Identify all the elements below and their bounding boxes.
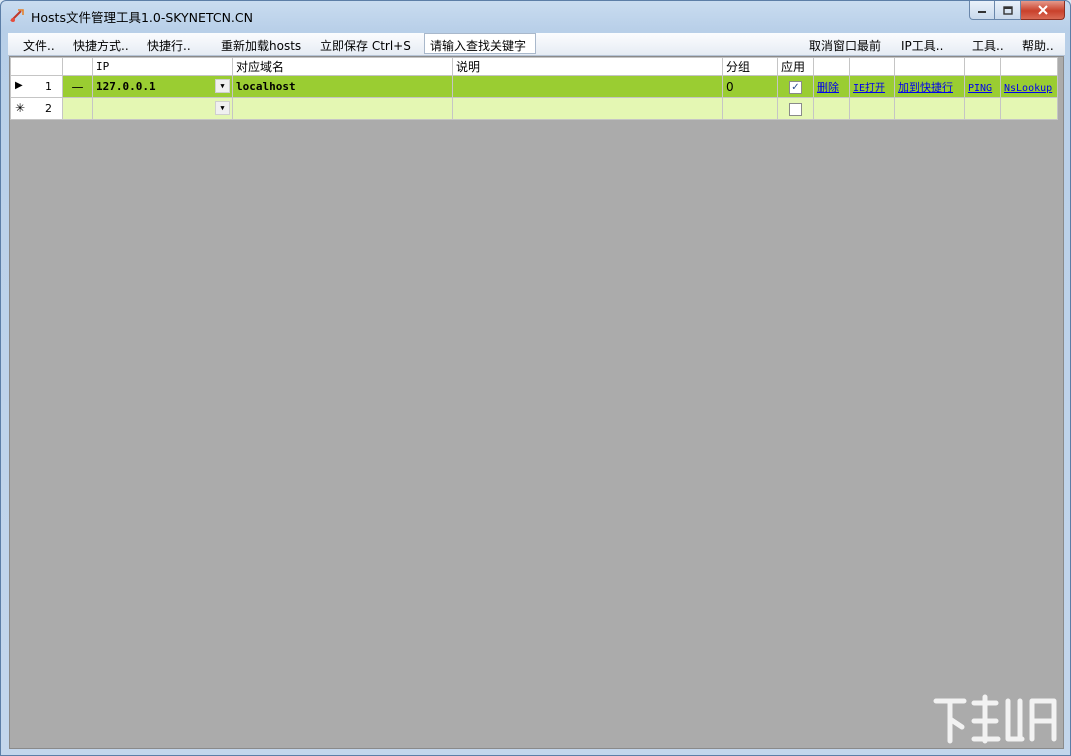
corner-header — [10, 57, 63, 76]
action-column-header — [964, 57, 1001, 76]
minimize-icon — [978, 11, 986, 13]
menu-quick-run[interactable]: 快捷行.. — [147, 37, 191, 54]
add-quick-cell — [894, 97, 965, 120]
nslookup-cell — [1000, 97, 1058, 120]
search-input[interactable]: 请输入查找关键字 — [424, 33, 536, 54]
group-cell[interactable]: 0 — [722, 75, 778, 98]
hosts-grid[interactable]: IP 对应域名 说明 分组 应用 ▶ 1 — 127.0.0.1 ▼ local… — [9, 56, 1064, 749]
action-column-header — [849, 57, 895, 76]
domain-cell[interactable]: localhost — [232, 75, 453, 98]
table-row[interactable]: ✳ 2 ▼ — [10, 97, 1058, 120]
row-number: 1 — [45, 80, 52, 93]
action-column-header — [813, 57, 850, 76]
column-header-apply[interactable]: 应用 — [777, 57, 814, 76]
nslookup-cell: NsLookup — [1000, 75, 1058, 98]
column-header-domain[interactable]: 对应域名 — [232, 57, 453, 76]
menu-save-now[interactable]: 立即保存 Ctrl+S — [320, 37, 411, 54]
apply-checkbox[interactable] — [789, 102, 802, 116]
ie-open-cell — [849, 97, 895, 120]
ip-value: 127.0.0.1 — [96, 80, 156, 93]
dash-column-header — [62, 57, 93, 76]
app-icon — [10, 9, 24, 22]
apply-cell[interactable] — [777, 97, 814, 120]
watermark-logo — [933, 694, 1057, 744]
hosts-table: IP 对应域名 说明 分组 应用 ▶ 1 — 127.0.0.1 ▼ local… — [10, 57, 1058, 120]
group-cell[interactable] — [722, 97, 778, 120]
description-cell[interactable] — [452, 97, 723, 120]
close-icon — [1037, 5, 1048, 15]
menu-tools[interactable]: 工具.. — [972, 37, 1004, 54]
table-row[interactable]: ▶ 1 — 127.0.0.1 ▼ localhost 0 ✓ 删除 IE打开 … — [10, 75, 1058, 98]
delete-link[interactable]: 删除 — [817, 81, 839, 94]
menu-help[interactable]: 帮助.. — [1022, 37, 1054, 54]
add-quick-cell: 加到快捷行 — [894, 75, 965, 98]
main-window: Hosts文件管理工具1.0-SKYNETCN.CN 文件.. 快捷方式.. 快… — [0, 0, 1071, 756]
ping-link[interactable]: PING — [968, 83, 992, 94]
minimize-button[interactable] — [969, 1, 995, 20]
chevron-down-icon[interactable]: ▼ — [215, 79, 230, 93]
chevron-down-icon[interactable]: ▼ — [215, 101, 230, 115]
delete-cell — [813, 97, 850, 120]
apply-cell[interactable]: ✓ — [777, 75, 814, 98]
column-header-group[interactable]: 分组 — [722, 57, 778, 76]
ping-cell: PING — [964, 75, 1001, 98]
menu-reload-hosts[interactable]: 重新加载hosts — [221, 37, 301, 54]
ie-open-link[interactable]: IE打开 — [853, 83, 885, 94]
ip-cell[interactable]: 127.0.0.1 ▼ — [92, 75, 233, 98]
ie-open-cell: IE打开 — [849, 75, 895, 98]
description-cell[interactable] — [452, 75, 723, 98]
window-title: Hosts文件管理工具1.0-SKYNETCN.CN — [31, 10, 253, 25]
row-header[interactable]: ▶ 1 — [10, 75, 63, 98]
menu-shortcuts[interactable]: 快捷方式.. — [73, 37, 129, 54]
ping-cell — [964, 97, 1001, 120]
maximize-button[interactable] — [995, 1, 1021, 20]
menu-cancel-topmost[interactable]: 取消窗口最前 — [809, 37, 881, 54]
ip-cell[interactable]: ▼ — [92, 97, 233, 120]
maximize-icon — [1002, 5, 1013, 15]
header-row: IP 对应域名 说明 分组 应用 — [10, 57, 1058, 76]
column-header-ip[interactable]: IP — [92, 57, 233, 76]
new-row-icon: ✳ — [15, 101, 26, 115]
menu-file[interactable]: 文件.. — [23, 37, 55, 54]
menu-bar: 文件.. 快捷方式.. 快捷行.. 重新加载hosts 立即保存 Ctrl+S … — [8, 33, 1065, 56]
menu-ip-tools[interactable]: IP工具.. — [901, 37, 943, 54]
action-column-header — [894, 57, 965, 76]
nslookup-link[interactable]: NsLookup — [1004, 83, 1052, 94]
close-button[interactable] — [1021, 1, 1065, 20]
dash-cell[interactable]: — — [62, 75, 93, 98]
row-header[interactable]: ✳ 2 — [10, 97, 63, 120]
action-column-header — [1000, 57, 1058, 76]
current-row-icon: ▶ — [15, 80, 23, 91]
apply-checkbox[interactable]: ✓ — [789, 80, 802, 94]
domain-cell[interactable] — [232, 97, 453, 120]
delete-cell: 删除 — [813, 75, 850, 98]
column-header-description[interactable]: 说明 — [452, 57, 723, 76]
row-number: 2 — [45, 102, 52, 115]
dash-cell[interactable] — [62, 97, 93, 120]
title-bar[interactable]: Hosts文件管理工具1.0-SKYNETCN.CN — [1, 1, 1070, 29]
add-to-quick-link[interactable]: 加到快捷行 — [898, 81, 953, 94]
caption-buttons — [969, 1, 1065, 21]
